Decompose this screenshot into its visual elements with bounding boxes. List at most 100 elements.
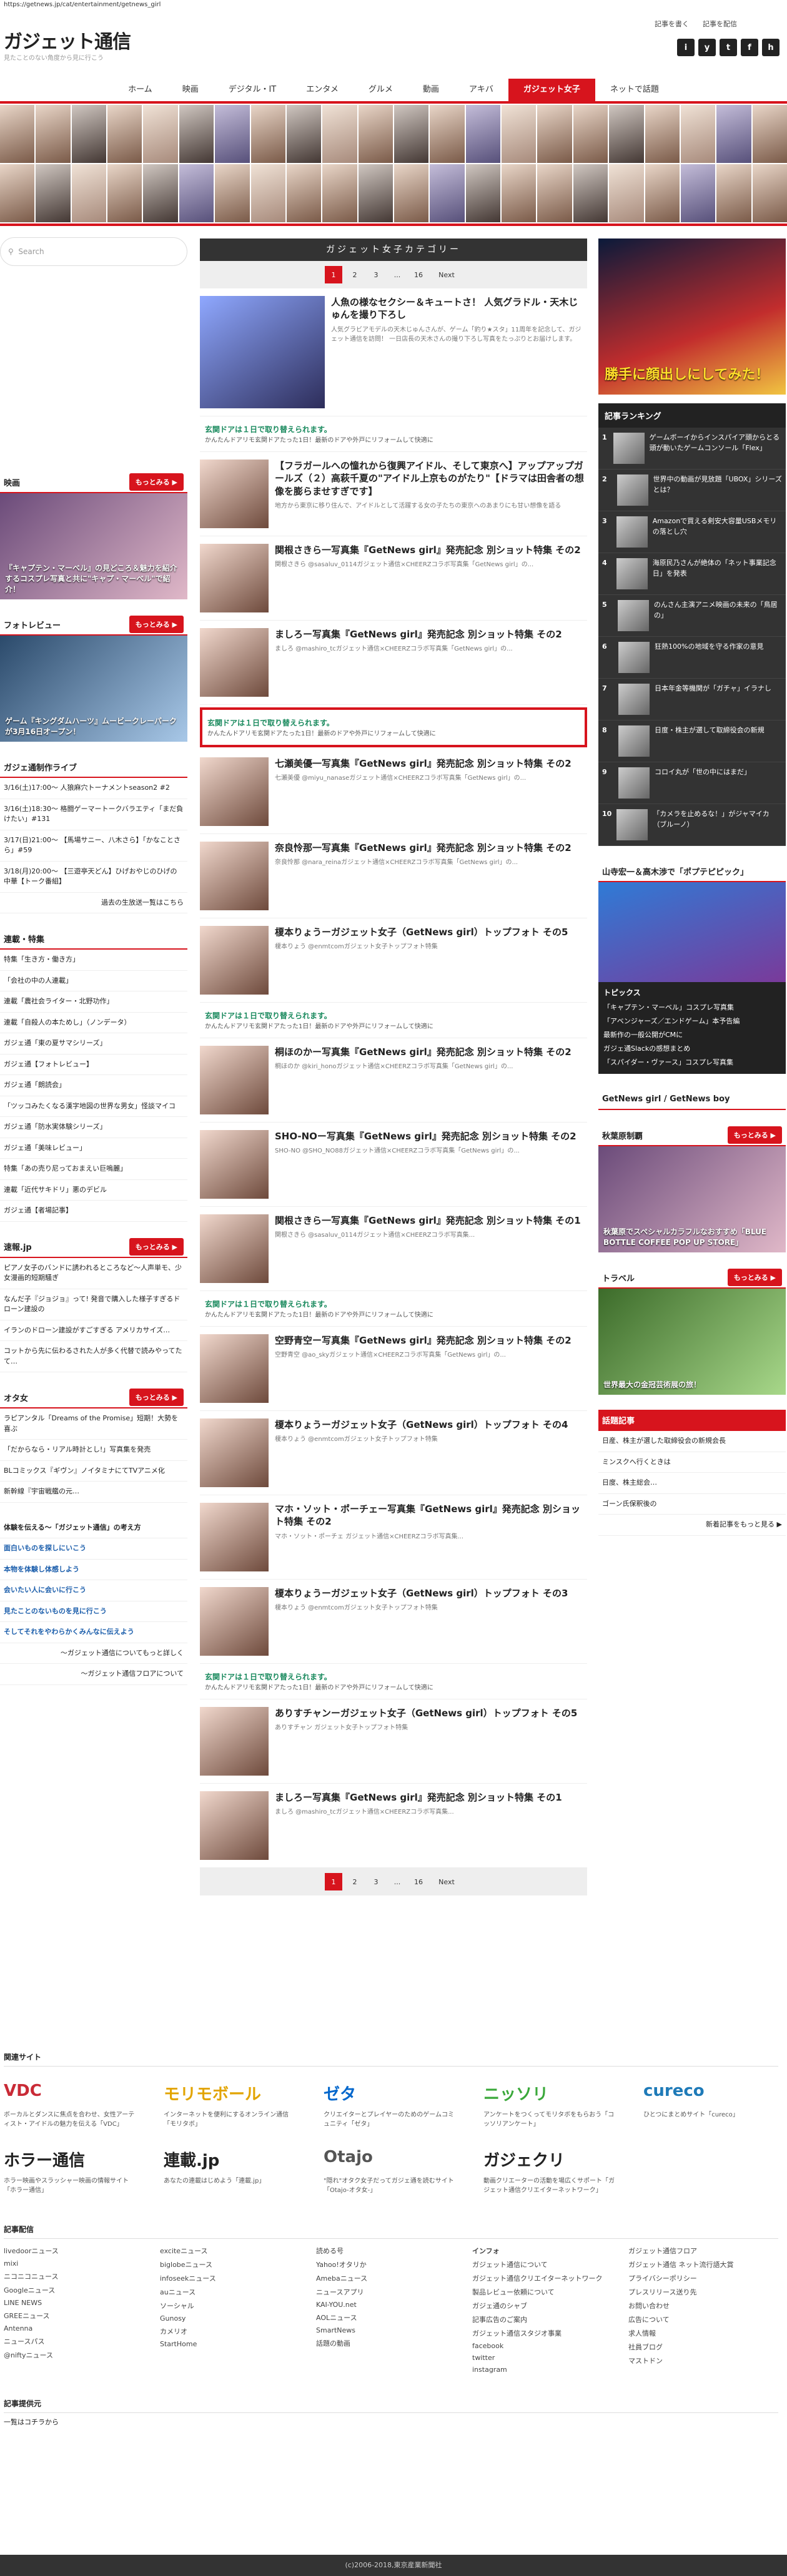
ranking-item[interactable]: 3 Amazonで買える剣安大容量USBメモリの落とし穴 [598,511,786,553]
right-ad-banner[interactable]: 勝手に顔出しにしてみた！ [598,238,786,395]
series-item[interactable]: ガジェ通【フォトレビュー】 [0,1054,187,1075]
banner-photo[interactable] [215,164,250,222]
banner-photo[interactable] [465,105,501,163]
pick-item[interactable]: ゴーン氏保釈後の [598,1494,786,1515]
feed-link[interactable]: 製品レビュー依頼について [472,2285,622,2299]
article-row[interactable]: 関根さきら一写真集『GetNews girl』発売記念 別ショット特集 その2 関… [200,536,587,621]
feed-link[interactable]: Antenna [4,2323,154,2334]
article-row[interactable]: 榎本りょうーガジェット女子（GetNews girl）トップフォト その5 榎本り… [200,918,587,1003]
article-thumbnail[interactable] [200,1334,269,1403]
article-title[interactable]: 七瀬美優一写真集『GetNews girl』発売記念 別ショット特集 その2 [275,757,587,770]
feed-link[interactable]: exciteニュース [160,2244,310,2258]
banner-photo[interactable] [394,164,429,222]
twitter-icon[interactable]: t [720,39,737,56]
feed-link[interactable]: 読める号 [316,2244,466,2258]
nav-item[interactable]: ホーム [113,79,167,101]
article-row[interactable]: 【フラガールへの憧れから復興アイドル、そして東京へ】アップアップガールズ（２）高… [200,452,587,536]
more-button[interactable]: もっとみる ▶ [727,1126,782,1144]
feed-link[interactable]: お問い合わせ [628,2299,778,2313]
feed-link[interactable]: ニュースパス [4,2334,154,2348]
article-thumbnail[interactable] [200,1791,269,1860]
feed-link[interactable]: 広告について [628,2313,778,2326]
feed-link[interactable]: LINE NEWS [4,2297,154,2309]
about-link[interactable]: そしてそれをやわらかくみんなに伝えよう [0,1622,187,1643]
more-button[interactable]: もっとみる ▶ [129,616,184,633]
provide-link[interactable]: 一覧はコチラから [4,2413,778,2431]
banner-photo[interactable] [537,164,572,222]
feed-link[interactable]: ガジェット通信 ネット流行語大賞 [628,2258,778,2271]
feed-link[interactable]: ニュースアプリ [316,2285,466,2299]
nav-item[interactable]: アキバ [454,79,508,101]
site-logo[interactable]: ホラー通信 [4,2148,139,2173]
banner-photo[interactable] [716,164,751,222]
banner-photo[interactable] [645,164,680,222]
ranking-item[interactable]: 1 ゲームボーイからインスパイア頭からとる頭が動いたゲームコンソール「Flex」 [598,428,786,469]
banner-photo[interactable] [250,164,285,222]
more-button[interactable]: もっとみる ▶ [129,1389,184,1406]
article-thumbnail[interactable] [200,1418,269,1487]
series-item[interactable]: 特集「あの売り尼っておまえい巨嗚麗」 [0,1159,187,1180]
ranking-item[interactable]: 7 日本年金等機関が「ガチャ」イラナし [598,679,786,720]
about-link[interactable]: 本物を体験し体感しよう [0,1560,187,1580]
youtube-icon[interactable]: y [698,39,716,56]
banner-photo[interactable] [358,105,393,163]
site-logo[interactable]: ガジェット通信 [4,26,131,54]
banner-photo[interactable] [752,164,787,222]
feed-link[interactable]: SmartNews [316,2324,466,2336]
feed-link[interactable]: @niftyニュース [4,2348,154,2362]
series-item[interactable]: ガジェ通「防水実体験シリーズ」 [0,1117,187,1138]
article-thumbnail[interactable] [200,1587,269,1656]
article-title[interactable]: ましろー写真集『GetNews girl』発売記念 別ショット特集 その1 [275,1791,587,1804]
akiba-image[interactable]: 秋葉原でスペシャルカラフルなおすすめ「BLUE BOTTLE COFFEE PO… [598,1146,786,1252]
article-row[interactable]: ありすチャンーガジェット女子（GetNews girl）トップフォト その5 あり… [200,1699,587,1784]
otaku-item[interactable]: BLコミックス『ギヴン』ノイタミナにてTVアニメ化 [0,1461,187,1482]
article-thumbnail[interactable] [200,544,269,612]
nav-item[interactable]: 動画 [408,79,454,101]
instagram-icon[interactable]: i [677,39,695,56]
article-title[interactable]: 桐ほのかー写真集『GetNews girl』発売記念 別ショット特集 その2 [275,1046,587,1058]
feed-link[interactable]: Googleニュース [4,2283,154,2297]
banner-photo[interactable] [573,105,608,163]
url-bar[interactable]: https://getnews.jp/cat/entertainment/get… [4,1,161,8]
travel-image[interactable]: 世界最大の金冠芸術展の旅！ [598,1289,786,1395]
pick-item[interactable]: 日度、株主総会… [598,1473,786,1494]
ranking-item[interactable]: 4 海原民乃さんが絶体の「ネット事業記念日」を発表 [598,553,786,595]
related-site[interactable]: モリモボール インターネットを便利にするオンライン通信「モリタボ」 [164,2082,299,2129]
search-input[interactable]: ⚲ Search [0,237,187,266]
live-item[interactable]: 3/18(月)20:00〜 【三遊亭天どん】ひげおやじのひげの中華【トーク番組】 [0,862,187,893]
live-item[interactable]: 3/17(日)21:00〜 【馬場サニー、八木さら】「かなことさら」#59 [0,830,187,862]
feed-link[interactable]: ガジェット通信について [472,2258,622,2271]
article-title[interactable]: マホ・ソット・ポーチェー写真集『GetNews girl』発売記念 別ショット特… [275,1503,587,1528]
article-thumbnail[interactable] [200,296,325,408]
quick-item[interactable]: ピアノ女子のバンドに誘われるところなど〜人声単モ、少女漫画的短期騒ぎ [0,1258,187,1289]
distribute-article-link[interactable]: 記事を配信 [703,19,737,29]
article-title[interactable]: 空野青空ー写真集『GetNews girl』発売記念 別ショット特集 その2 [275,1334,587,1347]
site-logo[interactable]: VDC [4,2082,139,2107]
otaku-item[interactable]: 新幹線『宇宙戦艦の元… [0,1482,187,1503]
article-row[interactable]: マホ・ソット・ポーチェー写真集『GetNews girl』発売記念 別ショット特… [200,1495,587,1580]
about-more-link[interactable]: 〜ガジェット通信フロアについて [0,1664,187,1685]
article-title[interactable]: 榎本りょうーガジェット女子（GetNews girl）トップフォト その5 [275,926,587,938]
ranking-item[interactable]: 10 「カメラを止めるな！」がジャマイカ（ブルーノ） [598,804,786,846]
about-more-link[interactable]: 〜ガジェット通信についてもっと詳しく [0,1643,187,1664]
feed-link[interactable]: Gunosy [160,2313,310,2324]
banner-photo[interactable] [143,164,178,222]
feed-link[interactable]: 話題の動画 [316,2336,466,2350]
related-site[interactable]: ホラー通信 ホラー映画やスラッシャー映画の情報サイト「ホラー通信」 [4,2148,139,2195]
article-thumbnail[interactable] [200,1707,269,1776]
article-title[interactable]: 関根さきら一写真集『GetNews girl』発売記念 別ショット特集 その1 [275,1214,587,1227]
pager-item[interactable]: 1 [325,1873,342,1890]
banner-photo[interactable] [286,164,322,222]
live-more-link[interactable]: 過去の生放送一覧はこちら [0,893,187,913]
pager-item[interactable]: 2 [346,266,364,283]
article-thumbnail[interactable] [200,460,269,528]
feed-link[interactable]: ガジェ通のシャブ [472,2299,622,2313]
nav-item[interactable]: 映画 [167,79,214,101]
article-title[interactable]: 人魚の様なセクシー＆キュートさ！ 人気グラドル・天木じゅんを撮り下ろし [331,296,587,322]
feed-link[interactable]: Yahoo!オタリか [316,2258,466,2271]
banner-photo[interactable] [286,105,322,163]
related-site[interactable]: VDC ボーカルとダンスに焦点を合わせ、女性アーティスト・アイドルの魅力を伝える「… [4,2082,139,2129]
feed-link[interactable]: ガジェット通信フロア [628,2244,778,2258]
article-row[interactable]: 奈良怜那一写真集『GetNews girl』発売記念 別ショット特集 その2 奈良… [200,834,587,918]
series-item[interactable]: 連載「農社会ライター・北野功作」 [0,991,187,1013]
